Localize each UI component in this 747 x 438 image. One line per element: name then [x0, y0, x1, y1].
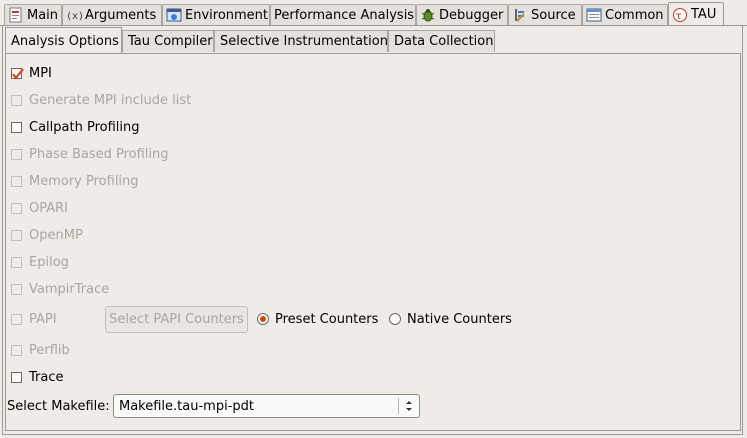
preset-counters-radio-row[interactable]: Preset Counters	[257, 310, 378, 328]
callpath-profiling-checkbox[interactable]	[11, 121, 22, 133]
option-label: Trace	[29, 369, 64, 385]
arguments-icon: (x)=	[66, 7, 90, 23]
tab-label: Source	[531, 7, 576, 23]
option-label: VampirTrace	[29, 281, 110, 297]
tab-arguments[interactable]: (x)= Arguments	[62, 4, 162, 25]
memory-profiling-checkbox[interactable]	[11, 175, 22, 187]
option-label: MPI	[29, 65, 52, 81]
main-icon	[8, 7, 24, 23]
analysis-options-panel	[5, 53, 741, 431]
makefile-select[interactable]: Makefile.tau-mpi-pdt	[113, 394, 420, 418]
option-label: Memory Profiling	[29, 173, 139, 189]
option-callpath-profiling[interactable]: Callpath Profiling	[11, 118, 139, 136]
option-perflib[interactable]: Perflib	[11, 341, 70, 359]
option-label: Callpath Profiling	[29, 119, 140, 135]
option-label: OPARI	[29, 200, 68, 216]
tab-label: Main	[27, 7, 59, 23]
tab-performance-analysis[interactable]: Performance Analysis	[270, 4, 416, 25]
tab-label: Environment	[185, 7, 269, 23]
button-label: Select PAPI Counters	[109, 312, 244, 327]
option-memory-profiling[interactable]: Memory Profiling	[11, 172, 139, 190]
environment-icon	[166, 7, 182, 23]
tab-label: Performance Analysis	[274, 7, 415, 23]
tab-label: Arguments	[85, 7, 157, 23]
source-icon	[512, 7, 528, 23]
tab-label: TAU	[691, 7, 717, 22]
analysis-subtabs: Analysis Options Tau Compiler Selective …	[5, 27, 741, 54]
makefile-label: Select Makefile:	[7, 398, 110, 414]
opari-checkbox[interactable]	[11, 202, 22, 214]
debugger-bug-icon	[420, 7, 436, 23]
generate-mpi-include-list-checkbox[interactable]	[11, 94, 22, 106]
native-counters-radio-row[interactable]: Native Counters	[389, 310, 512, 328]
svg-text:(x)=: (x)=	[66, 11, 84, 22]
phase-based-profiling-checkbox[interactable]	[11, 148, 22, 160]
option-label: PAPI	[29, 311, 57, 327]
radio-label: Native Counters	[407, 311, 512, 327]
tab-label: Common	[605, 7, 664, 23]
up-down-arrow-icon	[404, 398, 414, 414]
subtab-analysis-options[interactable]: Analysis Options	[5, 27, 122, 54]
option-papi[interactable]: PAPI	[11, 310, 57, 328]
checkmark-icon	[12, 67, 24, 80]
tab-main[interactable]: Main	[4, 4, 62, 25]
subtab-label: Data Collection	[394, 34, 494, 49]
option-openmp[interactable]: OpenMP	[11, 226, 83, 244]
native-counters-radio[interactable]	[389, 313, 401, 325]
option-opari[interactable]: OPARI	[11, 199, 68, 217]
option-generate-mpi-include-list[interactable]: Generate MPI include list	[11, 91, 191, 109]
option-label: Generate MPI include list	[29, 92, 192, 108]
launch-config-tabs: Main (x)= Arguments Environment Performa…	[0, 0, 747, 26]
papi-checkbox[interactable]	[11, 313, 22, 325]
makefile-value: Makefile.tau-mpi-pdt	[119, 398, 254, 414]
option-trace[interactable]: Trace	[11, 368, 64, 386]
subtab-label: Selective Instrumentation	[220, 34, 388, 49]
subtab-label: Tau Compiler	[128, 34, 213, 49]
tab-label: Debugger	[439, 7, 504, 23]
select-papi-counters-button[interactable]: Select PAPI Counters	[105, 306, 248, 333]
preset-counters-radio[interactable]	[257, 313, 269, 325]
tab-environment[interactable]: Environment	[162, 4, 270, 25]
option-label: Epilog	[29, 254, 69, 270]
select-divider	[398, 398, 399, 414]
tab-tau[interactable]: τ TAU	[668, 2, 724, 26]
radio-label: Preset Counters	[275, 311, 379, 327]
trace-checkbox[interactable]	[11, 371, 22, 383]
tab-debugger[interactable]: Debugger	[416, 4, 508, 25]
epilog-checkbox[interactable]	[11, 256, 22, 268]
subtab-data-collection[interactable]: Data Collection	[388, 30, 495, 52]
subtab-selective-instrumentation[interactable]: Selective Instrumentation	[214, 30, 388, 52]
option-label: Perflib	[29, 342, 70, 358]
tab-common[interactable]: Common	[582, 4, 668, 25]
svg-text:τ: τ	[676, 11, 682, 22]
option-mpi[interactable]: MPI	[11, 64, 52, 82]
subtab-label: Analysis Options	[11, 33, 119, 49]
mpi-checkbox[interactable]	[11, 67, 24, 80]
option-label: OpenMP	[29, 227, 83, 243]
option-epilog[interactable]: Epilog	[11, 253, 69, 271]
select-makefile-label: Select Makefile:	[7, 397, 110, 415]
tab-source[interactable]: Source	[508, 4, 582, 25]
option-phase-based-profiling[interactable]: Phase Based Profiling	[11, 145, 169, 163]
option-vampirtrace[interactable]: VampirTrace	[11, 280, 109, 298]
common-icon	[586, 7, 602, 23]
perflib-checkbox[interactable]	[11, 344, 22, 356]
option-label: Phase Based Profiling	[29, 146, 169, 162]
openmp-checkbox[interactable]	[11, 229, 22, 241]
vampirtrace-checkbox[interactable]	[11, 283, 22, 295]
subtab-tau-compiler[interactable]: Tau Compiler	[122, 30, 214, 52]
tau-icon: τ	[672, 7, 688, 23]
